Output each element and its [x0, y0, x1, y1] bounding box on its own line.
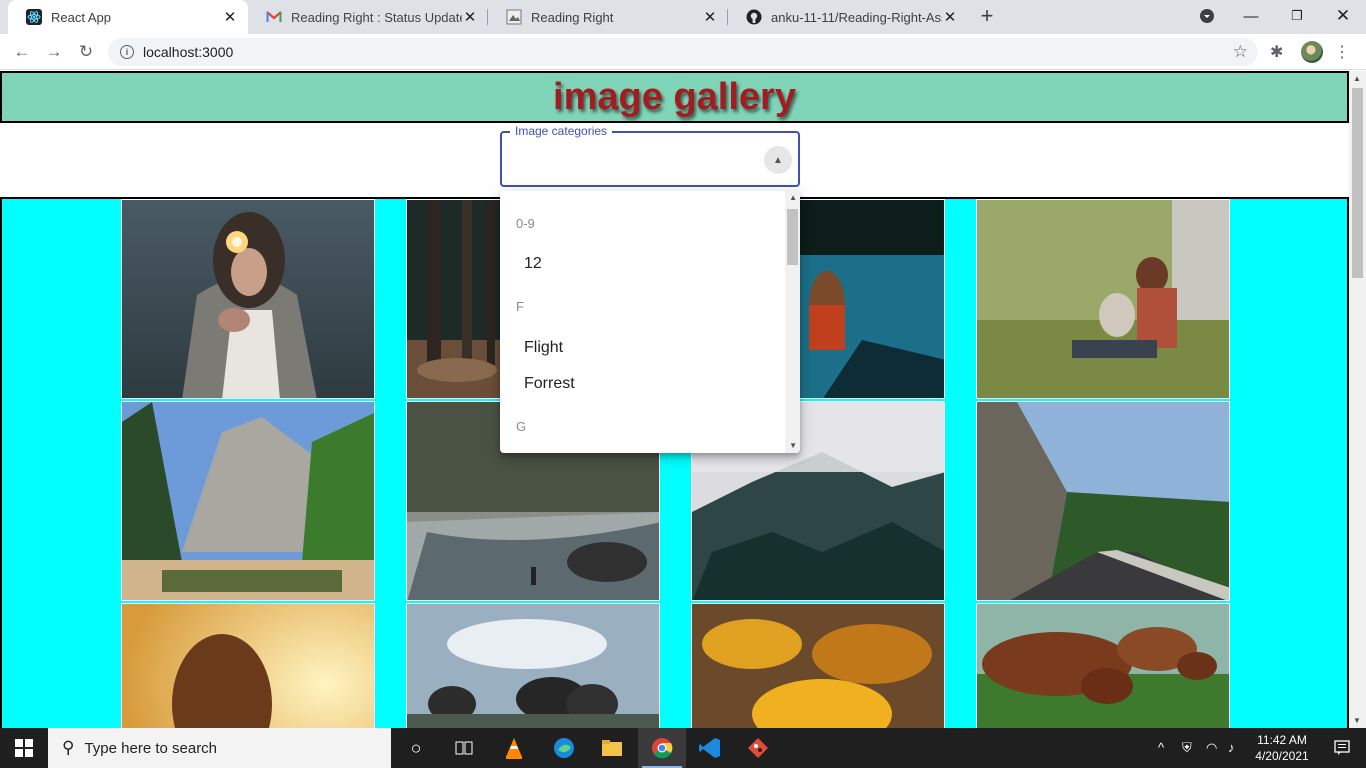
file-explorer-icon[interactable] — [588, 728, 636, 768]
close-tab-icon[interactable]: ✕ — [222, 9, 238, 26]
browser-tab-strip: React App ✕ Reading Right : Status Updat… — [0, 0, 1366, 34]
github-icon — [746, 9, 762, 25]
address-bar[interactable]: i localhost:3000 ☆ — [108, 38, 1258, 66]
vscode-icon[interactable] — [686, 728, 734, 768]
chevron-up-icon[interactable]: ▲ — [764, 146, 792, 174]
site-info-icon[interactable]: i — [120, 45, 134, 59]
clock-time: 11:42 AM — [1257, 733, 1307, 747]
scroll-up-icon[interactable]: ▲ — [789, 193, 797, 202]
back-arrow-icon[interactable]: ← — [8, 38, 36, 66]
group-header: F — [516, 299, 524, 314]
edge-icon[interactable] — [540, 728, 588, 768]
close-window-icon[interactable]: ✕ — [1320, 0, 1366, 32]
group-header: G — [516, 419, 527, 434]
search-icon: ⚲ — [62, 738, 75, 757]
menu-kebab-icon[interactable]: ⋮ — [1334, 40, 1350, 64]
scroll-down-icon[interactable]: ▼ — [789, 441, 797, 450]
page-viewport: image gallery Image categories ▲ 0-9 12 … — [0, 71, 1349, 728]
listbox-scrollbar[interactable]: ▲ ▼ — [785, 191, 800, 453]
react-icon — [26, 9, 42, 25]
option-12[interactable]: 12 — [524, 255, 542, 273]
chrome-icon[interactable] — [638, 728, 686, 768]
close-tab-icon[interactable]: ✕ — [942, 9, 958, 26]
taskbar-search-box[interactable]: ⚲ Type here to search — [48, 728, 391, 768]
url-text: localhost:3000 — [143, 44, 234, 60]
tab-search-chevron-icon[interactable] — [1184, 0, 1230, 32]
volume-icon[interactable]: ♪ — [1228, 740, 1235, 755]
gallery-image-yosemite-valley[interactable] — [121, 401, 375, 601]
mountain-road-image — [977, 402, 1229, 600]
category-listbox[interactable]: 0-9 12 F Flight Forrest G ▲ ▼ — [500, 191, 800, 453]
gallery-image-rocks-sky[interactable] — [406, 603, 660, 728]
option-flight[interactable]: Flight — [524, 339, 563, 357]
wifi-icon[interactable]: ◠ — [1206, 740, 1217, 756]
reload-icon[interactable]: ↻ — [72, 38, 100, 66]
clock-date: 4/20/2021 — [1255, 749, 1309, 763]
windows-taskbar: ⚲ Type here to search ○ ^ ⛨ ◠ ♪ 11:42 AM… — [0, 728, 1366, 768]
git-kraken-icon[interactable] — [734, 728, 782, 768]
scroll-down-icon[interactable]: ▼ — [1353, 716, 1361, 725]
tab-title: Reading Right — [531, 9, 614, 25]
gallery-image-sparkler-woman[interactable] — [121, 199, 375, 399]
tab-github[interactable]: anku-11-11/Reading-Right-Assig ✕ — [728, 0, 968, 34]
system-clock[interactable]: 11:42 AM 4/20/2021 — [1252, 732, 1312, 764]
tray-chevron-up-icon[interactable]: ^ — [1158, 740, 1164, 755]
gallery-image-grazing-dogs[interactable] — [976, 603, 1230, 728]
windows-start-icon[interactable] — [0, 728, 48, 768]
gallery-image-autumn-leaves[interactable] — [691, 603, 945, 728]
tab-reading-right[interactable]: Reading Right ✕ — [488, 0, 728, 34]
grazing-dogs-image — [977, 604, 1229, 728]
select-label: Image categories — [510, 124, 613, 138]
sparkler-woman-image — [122, 200, 374, 398]
minimize-icon[interactable]: — — [1228, 0, 1274, 32]
page-title: image gallery — [553, 76, 796, 118]
rocks-sky-image — [407, 604, 659, 728]
grass-reading-image — [977, 200, 1229, 398]
tab-react-app[interactable]: React App ✕ — [8, 0, 248, 34]
search-placeholder: Type here to search — [84, 739, 218, 757]
new-tab-plus-icon[interactable]: + — [976, 3, 998, 28]
app-icon — [506, 9, 522, 25]
option-forrest[interactable]: Forrest — [524, 375, 575, 393]
gmail-icon — [266, 9, 282, 25]
vlc-icon[interactable] — [490, 728, 538, 768]
security-shield-icon[interactable]: ⛨ — [1182, 740, 1192, 756]
profile-avatar[interactable] — [1301, 41, 1323, 63]
group-header: 0-9 — [516, 216, 535, 231]
bookmark-star-icon[interactable]: ☆ — [1233, 42, 1248, 62]
yosemite-valley-image — [122, 402, 374, 600]
tab-title: Reading Right : Status Updated - — [291, 9, 462, 25]
page-scroll-thumb[interactable] — [1352, 88, 1363, 278]
cortana-circle-icon[interactable]: ○ — [392, 728, 440, 768]
task-view-icon[interactable] — [440, 728, 488, 768]
notification-icon[interactable] — [1318, 728, 1366, 768]
tab-title: React App — [51, 9, 111, 25]
gallery-image-grass-reading[interactable] — [976, 199, 1230, 399]
scroll-up-icon[interactable]: ▲ — [1353, 74, 1361, 83]
sunset-hair-image — [122, 604, 374, 728]
tab-gmail[interactable]: Reading Right : Status Updated - ✕ — [248, 0, 488, 34]
close-tab-icon[interactable]: ✕ — [702, 9, 718, 26]
forward-arrow-icon[interactable]: → — [40, 38, 68, 66]
autumn-leaves-image — [692, 604, 944, 728]
browser-toolbar: ← → ↻ i localhost:3000 ☆ — [0, 34, 1366, 70]
page-scrollbar[interactable]: ▲ ▼ — [1349, 71, 1366, 728]
restore-icon[interactable]: ❐ — [1274, 0, 1320, 32]
header-banner: image gallery — [0, 71, 1349, 123]
listbox-scroll-thumb[interactable] — [787, 209, 798, 265]
gallery-image-sunset-hair[interactable] — [121, 603, 375, 728]
gallery-image-mountain-road[interactable] — [976, 401, 1230, 601]
extensions-puzzle-icon[interactable]: ✱ — [1270, 42, 1283, 62]
image-categories-select[interactable]: Image categories ▲ — [500, 124, 800, 187]
tab-title: anku-11-11/Reading-Right-Assig — [771, 9, 942, 25]
close-tab-icon[interactable]: ✕ — [462, 9, 478, 26]
